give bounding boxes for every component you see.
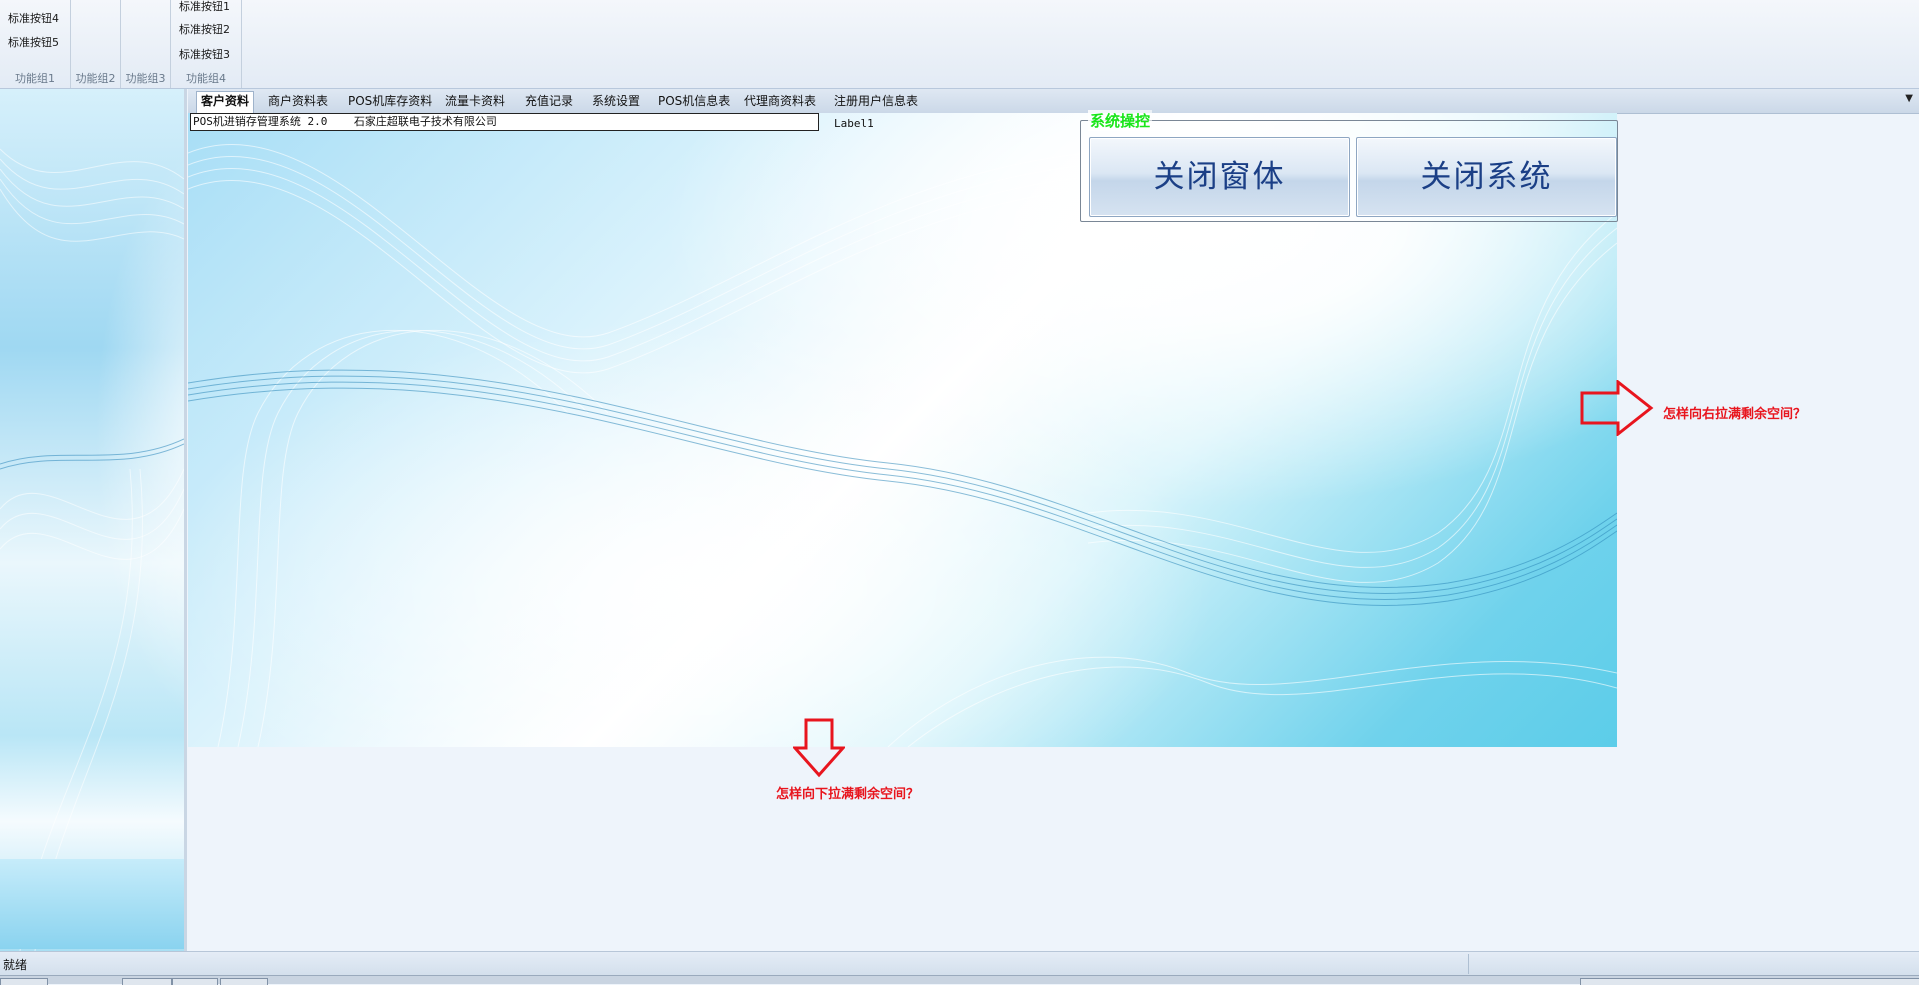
- status-bar: 就绪: [0, 951, 1919, 976]
- left-panel-lower-image: [0, 859, 184, 949]
- tab-pos-info[interactable]: POS机信息表: [654, 92, 734, 111]
- arrow-right-icon: [1580, 380, 1654, 436]
- tab-registered-users[interactable]: 注册用户信息表: [830, 92, 922, 111]
- tab-pos-inventory[interactable]: POS机库存资料: [344, 92, 436, 111]
- taskbar-button[interactable]: [172, 978, 218, 985]
- standard-button-3[interactable]: 标准按钮3: [179, 46, 230, 62]
- chevron-down-icon[interactable]: ▼: [1905, 93, 1913, 104]
- taskbar-button[interactable]: [122, 978, 172, 985]
- tab-data-card[interactable]: 流量卡资料: [441, 92, 509, 111]
- close-system-button[interactable]: 关闭系统: [1356, 137, 1617, 217]
- tab-recharge-records[interactable]: 充值记录: [521, 92, 577, 111]
- tab-agent-info[interactable]: 代理商资料表: [740, 92, 820, 111]
- taskbar-button[interactable]: [220, 978, 268, 985]
- standard-button-2[interactable]: 标准按钮2: [179, 21, 230, 37]
- standard-button-5[interactable]: 标准按钮5: [8, 34, 59, 50]
- standard-button-1[interactable]: 标准按钮1: [179, 0, 230, 14]
- arrow-down-icon: [793, 718, 845, 778]
- left-wave-decoration: [0, 148, 184, 951]
- tab-strip: 客户资料 商户资料表 POS机库存资料 流量卡资料 充值记录 系统设置 POS机…: [188, 89, 1919, 114]
- groupbox-title: 系统操控: [1088, 110, 1153, 131]
- annotation-fill-down: 怎样向下拉满剩余空间？: [776, 787, 920, 802]
- taskbar-button[interactable]: [0, 978, 48, 985]
- system-title-bar: POS机进销存管理系统 2.0 石家庄超联电子技术有限公司: [190, 113, 819, 131]
- ribbon-group-1: 标准按钮4 标准按钮5 功能组1: [0, 0, 71, 88]
- left-panel: [0, 89, 187, 951]
- annotation-fill-right: 怎样向右拉满剩余空间？: [1663, 407, 1807, 422]
- standard-button-4[interactable]: 标准按钮4: [8, 10, 59, 26]
- label1: Label1: [834, 117, 874, 130]
- ribbon-group-caption: 功能组2: [75, 72, 116, 85]
- taskbar-button[interactable]: [1580, 978, 1919, 985]
- ribbon-group-4: 标准按钮1 标准按钮2 标准按钮3 功能组4: [171, 0, 242, 88]
- ribbon-group-3: 功能组3: [121, 0, 171, 88]
- close-window-button[interactable]: 关闭窗体: [1089, 137, 1350, 217]
- status-divider: [1468, 954, 1469, 974]
- ribbon-group-caption: 功能组3: [125, 72, 166, 85]
- ribbon-group-2: 功能组2: [71, 0, 121, 88]
- ribbon: 标准按钮4 标准按钮5 功能组1 功能组2 功能组3 标准按钮1 标准按钮2 标…: [0, 0, 1919, 89]
- ribbon-group-caption: 功能组1: [15, 72, 55, 85]
- tab-system-settings[interactable]: 系统设置: [588, 92, 644, 111]
- status-text: 就绪: [3, 958, 28, 972]
- tab-customer-info[interactable]: 客户资料: [196, 91, 255, 113]
- tab-merchant-info[interactable]: 商户资料表: [264, 92, 332, 111]
- ribbon-group-caption: 功能组4: [186, 72, 226, 85]
